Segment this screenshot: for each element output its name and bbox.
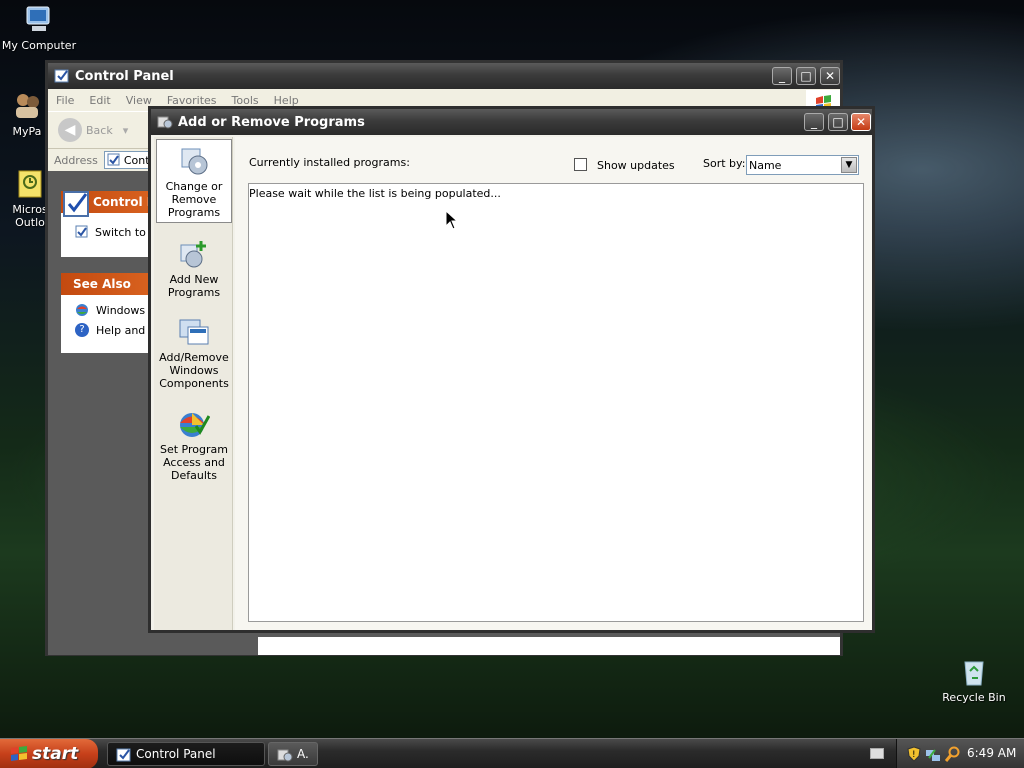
control-panel-large-icon bbox=[62, 189, 92, 219]
switch-view-icon bbox=[75, 225, 89, 239]
help-icon: ? bbox=[75, 323, 89, 337]
see-also-help-and-support[interactable]: ? Help and S bbox=[75, 323, 156, 337]
menu-edit[interactable]: Edit bbox=[89, 94, 110, 107]
close-button[interactable]: ✕ bbox=[820, 67, 840, 85]
control-panel-icon bbox=[54, 68, 70, 84]
sidebar-add-remove-windows-components[interactable]: Add/Remove Windows Components bbox=[156, 311, 232, 391]
desktop-icon-recycle-bin[interactable]: Recycle Bin bbox=[935, 656, 1013, 704]
menu-view[interactable]: View bbox=[126, 94, 152, 107]
taskbar-item-control-panel[interactable]: Control Panel bbox=[107, 742, 265, 766]
see-also-windows-update[interactable]: Windows U bbox=[75, 303, 157, 317]
svg-text:!: ! bbox=[912, 750, 916, 760]
control-panel-small-icon bbox=[107, 153, 121, 167]
add-new-programs-icon bbox=[178, 238, 210, 270]
desktop-icon-my-computer[interactable]: My Computer bbox=[0, 4, 78, 52]
back-button-label[interactable]: Back bbox=[86, 124, 113, 137]
minimize-button[interactable]: _ bbox=[772, 67, 792, 85]
sidebar-set-program-access[interactable]: Set Program Access and Defaults bbox=[156, 403, 232, 483]
arp-title: Add or Remove Programs bbox=[178, 114, 365, 130]
arp-main-pane: Currently installed programs: Show updat… bbox=[235, 137, 872, 630]
sidebar-add-new-programs[interactable]: Add New Programs bbox=[156, 233, 232, 299]
clock[interactable]: 6:49 AM bbox=[967, 746, 1016, 760]
sidebar-change-remove-programs[interactable]: Change or Remove Programs bbox=[156, 139, 232, 223]
menu-file[interactable]: File bbox=[56, 94, 74, 107]
recycle-bin-icon bbox=[958, 656, 990, 688]
arp-maximize-button[interactable]: □ bbox=[828, 113, 848, 131]
control-panel-task-icon bbox=[116, 747, 132, 763]
add-remove-programs-window[interactable]: Add or Remove Programs _ □ ✕ Change or R… bbox=[148, 106, 875, 633]
sort-by-label: Sort by: bbox=[703, 157, 746, 170]
installed-programs-label: Currently installed programs: bbox=[249, 156, 410, 169]
desktop-icon-label: My Computer bbox=[1, 39, 77, 52]
control-panel-title: Control Panel bbox=[75, 68, 174, 84]
menu-help[interactable]: Help bbox=[274, 94, 299, 107]
address-label: Address bbox=[54, 153, 98, 167]
start-button[interactable]: start bbox=[0, 739, 98, 768]
back-arrow-icon[interactable]: ◀ bbox=[58, 118, 82, 142]
menu-tools[interactable]: Tools bbox=[232, 94, 259, 107]
control-panel-content-area bbox=[258, 637, 840, 655]
show-updates-label[interactable]: Show updates bbox=[597, 159, 675, 172]
program-access-icon bbox=[178, 408, 211, 440]
arp-sidebar: Change or Remove Programs Add New Progra… bbox=[154, 137, 233, 630]
desktop-icon-label: Recycle Bin bbox=[942, 691, 1006, 704]
back-dropdown-icon[interactable]: ▾ bbox=[123, 124, 129, 137]
outlook-icon bbox=[14, 168, 46, 200]
switch-view-link[interactable]: Switch to C bbox=[75, 225, 157, 239]
arp-titlebar[interactable]: Add or Remove Programs bbox=[151, 109, 872, 135]
list-status-message: Please wait while the list is being popu… bbox=[249, 187, 501, 200]
network-icon[interactable] bbox=[925, 746, 941, 762]
computer-icon bbox=[23, 4, 55, 36]
arp-minimize-button[interactable]: _ bbox=[804, 113, 824, 131]
windows-update-icon bbox=[75, 303, 89, 317]
menu-favorites[interactable]: Favorites bbox=[167, 94, 217, 107]
security-shield-icon[interactable]: ! bbox=[907, 746, 921, 762]
windows-flag-icon bbox=[9, 745, 29, 763]
taskbar: start Control Panel A. ! 6:49 AM bbox=[0, 738, 1024, 768]
arp-close-button[interactable]: ✕ bbox=[851, 113, 871, 131]
search-icon[interactable] bbox=[944, 746, 961, 762]
sort-by-select[interactable]: Name ▼ bbox=[746, 155, 859, 175]
keyboard-icon[interactable] bbox=[870, 748, 884, 759]
mouse-cursor-icon bbox=[445, 209, 459, 230]
chevron-down-icon[interactable]: ▼ bbox=[841, 157, 857, 173]
taskbar-item-add-remove[interactable]: A. bbox=[268, 742, 318, 766]
arp-title-icon bbox=[157, 114, 173, 130]
add-remove-task-icon bbox=[277, 747, 293, 763]
maximize-button[interactable]: □ bbox=[796, 67, 816, 85]
show-updates-checkbox[interactable] bbox=[574, 158, 587, 171]
system-tray: ! 6:49 AM bbox=[896, 739, 1024, 768]
windows-components-icon bbox=[178, 316, 210, 348]
control-panel-titlebar[interactable]: Control Panel bbox=[48, 63, 840, 89]
change-remove-icon bbox=[178, 145, 210, 177]
installed-programs-list[interactable]: Please wait while the list is being popu… bbox=[248, 183, 864, 622]
people-icon bbox=[11, 90, 43, 122]
